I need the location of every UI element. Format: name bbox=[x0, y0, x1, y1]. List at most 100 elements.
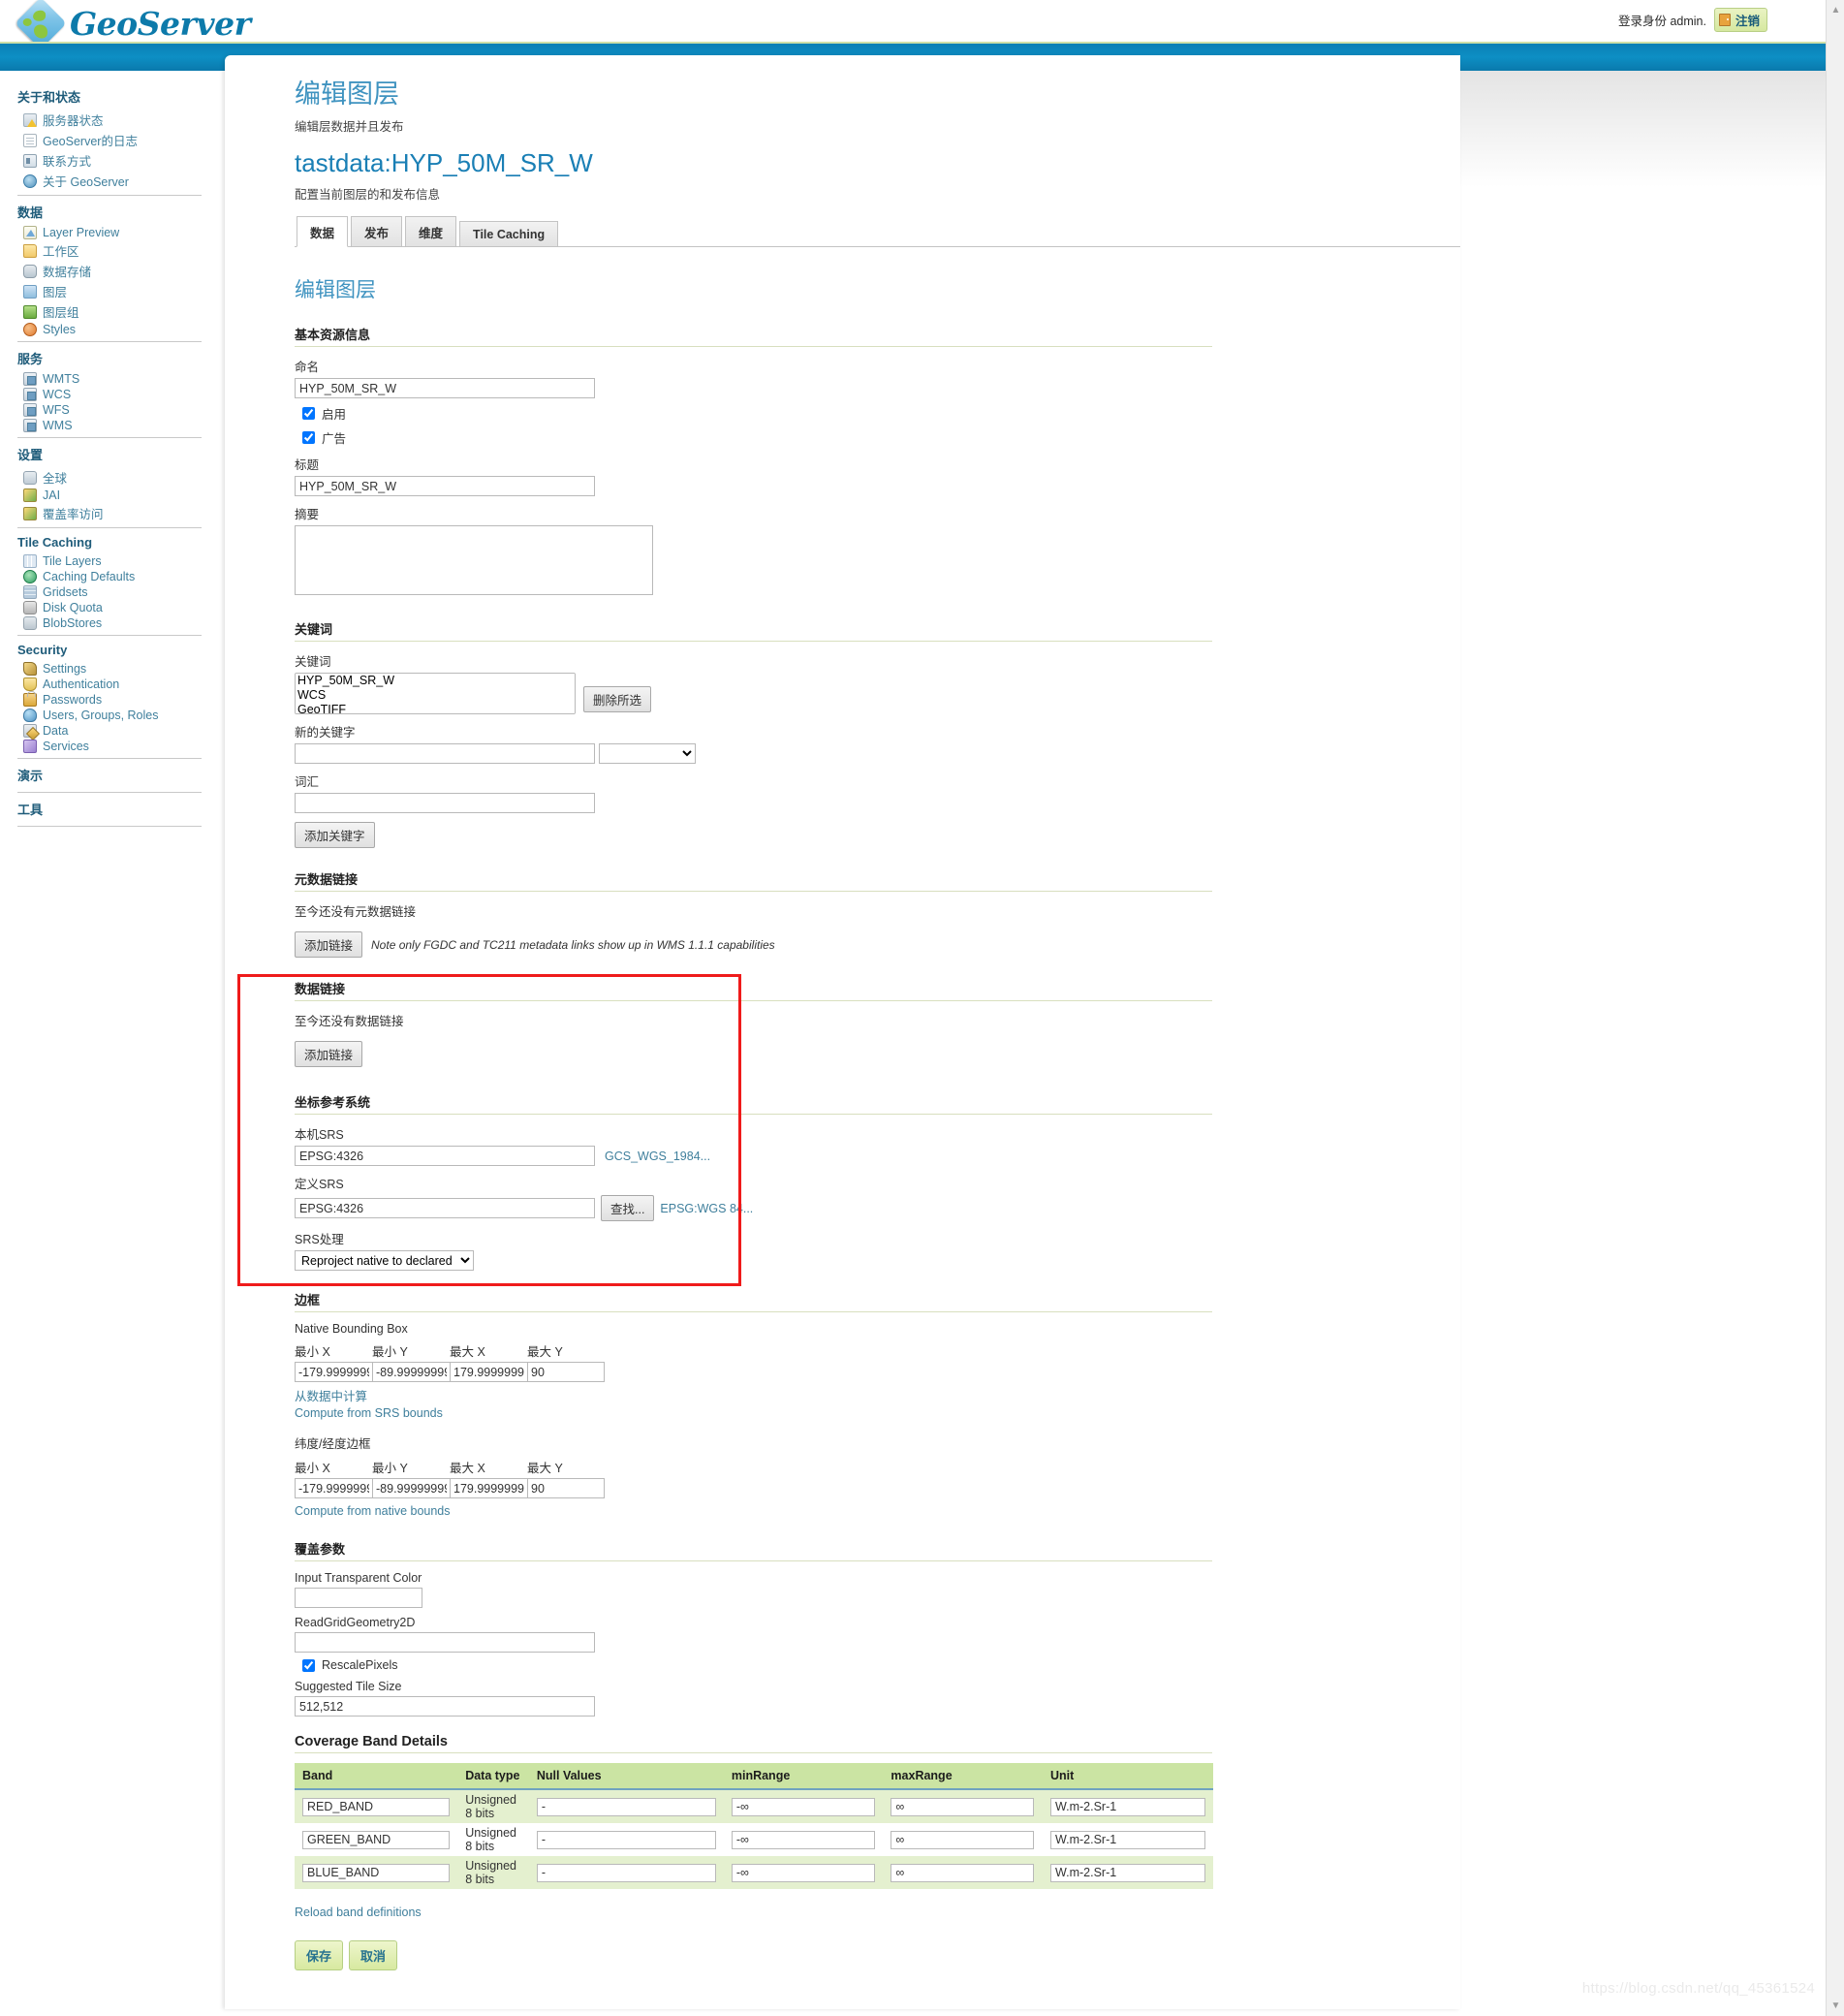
sidebar-item-workspaces[interactable]: 工作区 bbox=[17, 240, 223, 261]
sidebar-item-label[interactable]: Tile Layers bbox=[43, 554, 102, 568]
sidebar-group-title[interactable]: 工具 bbox=[17, 793, 223, 822]
sidebar-item-label[interactable]: 覆盖率访问 bbox=[43, 504, 104, 522]
abstract-textarea[interactable] bbox=[295, 525, 653, 595]
sidebar-item-label[interactable]: 图层 bbox=[43, 282, 67, 300]
native-miny-input[interactable] bbox=[372, 1362, 450, 1382]
native-maxy-input[interactable] bbox=[527, 1362, 605, 1382]
sidebar-item-datastores[interactable]: 数据存储 bbox=[17, 261, 223, 281]
sidebar-item-security-settings[interactable]: Settings bbox=[17, 661, 223, 677]
band-null-values-input[interactable] bbox=[536, 1830, 716, 1849]
sidebar-item-label[interactable]: 服务器状态 bbox=[43, 110, 104, 129]
page-scrollbar[interactable]: ▲ ▼ bbox=[1826, 0, 1844, 2016]
tile-size-input[interactable] bbox=[295, 1696, 595, 1717]
sidebar-item-server-status[interactable]: 服务器状态 bbox=[17, 110, 223, 130]
advertised-checkbox[interactable] bbox=[302, 431, 315, 444]
keyword-language-select[interactable] bbox=[599, 743, 696, 764]
band-max-range-input[interactable] bbox=[891, 1830, 1035, 1849]
sidebar-item-wmts[interactable]: WMTS bbox=[17, 371, 223, 387]
read-grid-geometry-input[interactable] bbox=[295, 1632, 595, 1653]
band-min-range-input[interactable] bbox=[731, 1863, 875, 1882]
srs-handling-select[interactable]: Reproject native to declared bbox=[295, 1250, 474, 1271]
sidebar-item-label[interactable]: 全球 bbox=[43, 468, 67, 487]
native-minx-input[interactable] bbox=[295, 1362, 372, 1382]
sidebar-item-data-security[interactable]: Data bbox=[17, 723, 223, 739]
band-max-range-input[interactable] bbox=[891, 1863, 1035, 1882]
sidebar-item-label[interactable]: JAI bbox=[43, 488, 60, 502]
sidebar-item-label[interactable]: Caching Defaults bbox=[43, 570, 135, 583]
add-metadata-link-button[interactable]: 添加链接 bbox=[295, 931, 363, 958]
title-input[interactable] bbox=[295, 476, 595, 496]
sidebar-item-label[interactable]: GeoServer的日志 bbox=[43, 131, 138, 149]
scroll-down-arrow[interactable]: ▼ bbox=[1829, 2000, 1842, 2012]
sidebar-item-coverage-access[interactable]: 覆盖率访问 bbox=[17, 503, 223, 523]
sidebar-item-layer-preview[interactable]: Layer Preview bbox=[17, 225, 223, 240]
declared-srs-link[interactable]: EPSG:WGS 84... bbox=[660, 1202, 753, 1215]
list-item[interactable]: GeoTIFF bbox=[296, 703, 575, 714]
sidebar-item-label[interactable]: Data bbox=[43, 724, 68, 738]
add-keyword-button[interactable]: 添加关键字 bbox=[295, 822, 375, 848]
sidebar-item-label[interactable]: Authentication bbox=[43, 677, 119, 691]
sidebar-item-label[interactable]: Users, Groups, Roles bbox=[43, 709, 158, 722]
sidebar-item-wfs[interactable]: WFS bbox=[17, 402, 223, 418]
sidebar-item-label[interactable]: WMTS bbox=[43, 372, 79, 386]
name-input[interactable] bbox=[295, 378, 595, 398]
band-unit-input[interactable] bbox=[1050, 1863, 1205, 1882]
declared-srs-input[interactable] bbox=[295, 1198, 595, 1218]
sidebar-item-label[interactable]: 工作区 bbox=[43, 241, 79, 260]
enabled-checkbox[interactable] bbox=[302, 407, 315, 420]
sidebar-item-geoserver-logs[interactable]: GeoServer的日志 bbox=[17, 130, 223, 150]
sidebar-item-layers[interactable]: 图层 bbox=[17, 281, 223, 301]
scroll-up-arrow[interactable]: ▲ bbox=[1829, 4, 1842, 16]
sidebar-item-label[interactable]: Settings bbox=[43, 662, 86, 676]
sidebar-item-wms[interactable]: WMS bbox=[17, 418, 223, 433]
sidebar-item-label[interactable]: BlobStores bbox=[43, 616, 102, 630]
band-null-values-input[interactable] bbox=[536, 1797, 716, 1816]
reload-band-definitions-link[interactable]: Reload band definitions bbox=[295, 1906, 422, 1919]
sidebar-item-label[interactable]: WFS bbox=[43, 403, 70, 417]
keyword-list[interactable]: HYP_50M_SR_W WCS GeoTIFF bbox=[295, 673, 576, 714]
logout-button[interactable]: 注销 bbox=[1713, 8, 1767, 32]
native-srs-input[interactable] bbox=[295, 1146, 595, 1166]
compute-from-data-link[interactable]: 从数据中计算 bbox=[295, 1390, 367, 1403]
sidebar-item-label[interactable]: WCS bbox=[43, 388, 71, 401]
list-item[interactable]: WCS bbox=[296, 688, 575, 703]
sidebar-item-users-groups-roles[interactable]: Users, Groups, Roles bbox=[17, 708, 223, 723]
sidebar-item-contact[interactable]: 联系方式 bbox=[17, 150, 223, 171]
band-name-input[interactable] bbox=[302, 1863, 450, 1882]
add-data-link-button[interactable]: 添加链接 bbox=[295, 1041, 363, 1067]
sidebar-item-authentication[interactable]: Authentication bbox=[17, 677, 223, 692]
cancel-button[interactable]: 取消 bbox=[349, 1940, 398, 1970]
latlon-maxx-input[interactable] bbox=[450, 1478, 527, 1498]
sidebar-item-global[interactable]: 全球 bbox=[17, 467, 223, 488]
new-keyword-input[interactable] bbox=[295, 743, 595, 764]
sidebar-item-label[interactable]: WMS bbox=[43, 419, 73, 432]
sidebar-item-services-security[interactable]: Services bbox=[17, 739, 223, 754]
band-min-range-input[interactable] bbox=[731, 1830, 875, 1849]
sidebar-item-label[interactable]: Layer Preview bbox=[43, 226, 119, 239]
sidebar-item-label[interactable]: Services bbox=[43, 740, 89, 753]
latlon-maxy-input[interactable] bbox=[527, 1478, 605, 1498]
sidebar-item-jai[interactable]: JAI bbox=[17, 488, 223, 503]
rescale-pixels-checkbox[interactable] bbox=[302, 1658, 315, 1672]
native-srs-link[interactable]: GCS_WGS_1984... bbox=[605, 1150, 710, 1163]
sidebar-item-wcs[interactable]: WCS bbox=[17, 387, 223, 402]
remove-selected-button[interactable]: 删除所选 bbox=[583, 686, 652, 712]
save-button[interactable]: 保存 bbox=[295, 1940, 344, 1970]
sidebar-item-label[interactable]: 关于 GeoServer bbox=[43, 172, 129, 190]
band-max-range-input[interactable] bbox=[891, 1797, 1035, 1816]
band-unit-input[interactable] bbox=[1050, 1830, 1205, 1849]
latlon-miny-input[interactable] bbox=[372, 1478, 450, 1498]
native-maxx-input[interactable] bbox=[450, 1362, 527, 1382]
compute-from-srs-link[interactable]: Compute from SRS bounds bbox=[295, 1406, 443, 1420]
sidebar-item-label[interactable]: Gridsets bbox=[43, 585, 88, 599]
sidebar-item-tile-layers[interactable]: Tile Layers bbox=[17, 553, 223, 569]
sidebar-item-about[interactable]: 关于 GeoServer bbox=[17, 171, 223, 191]
sidebar-item-label[interactable]: 数据存储 bbox=[43, 262, 91, 280]
tab-tile-caching[interactable]: Tile Caching bbox=[459, 221, 559, 246]
find-srs-button[interactable]: 查找... bbox=[601, 1195, 655, 1221]
sidebar-group-title[interactable]: 演示 bbox=[17, 759, 223, 788]
band-name-input[interactable] bbox=[302, 1797, 450, 1816]
band-unit-input[interactable] bbox=[1050, 1797, 1205, 1816]
sidebar-item-label[interactable]: 联系方式 bbox=[43, 151, 91, 170]
sidebar-item-label[interactable]: Passwords bbox=[43, 693, 102, 707]
